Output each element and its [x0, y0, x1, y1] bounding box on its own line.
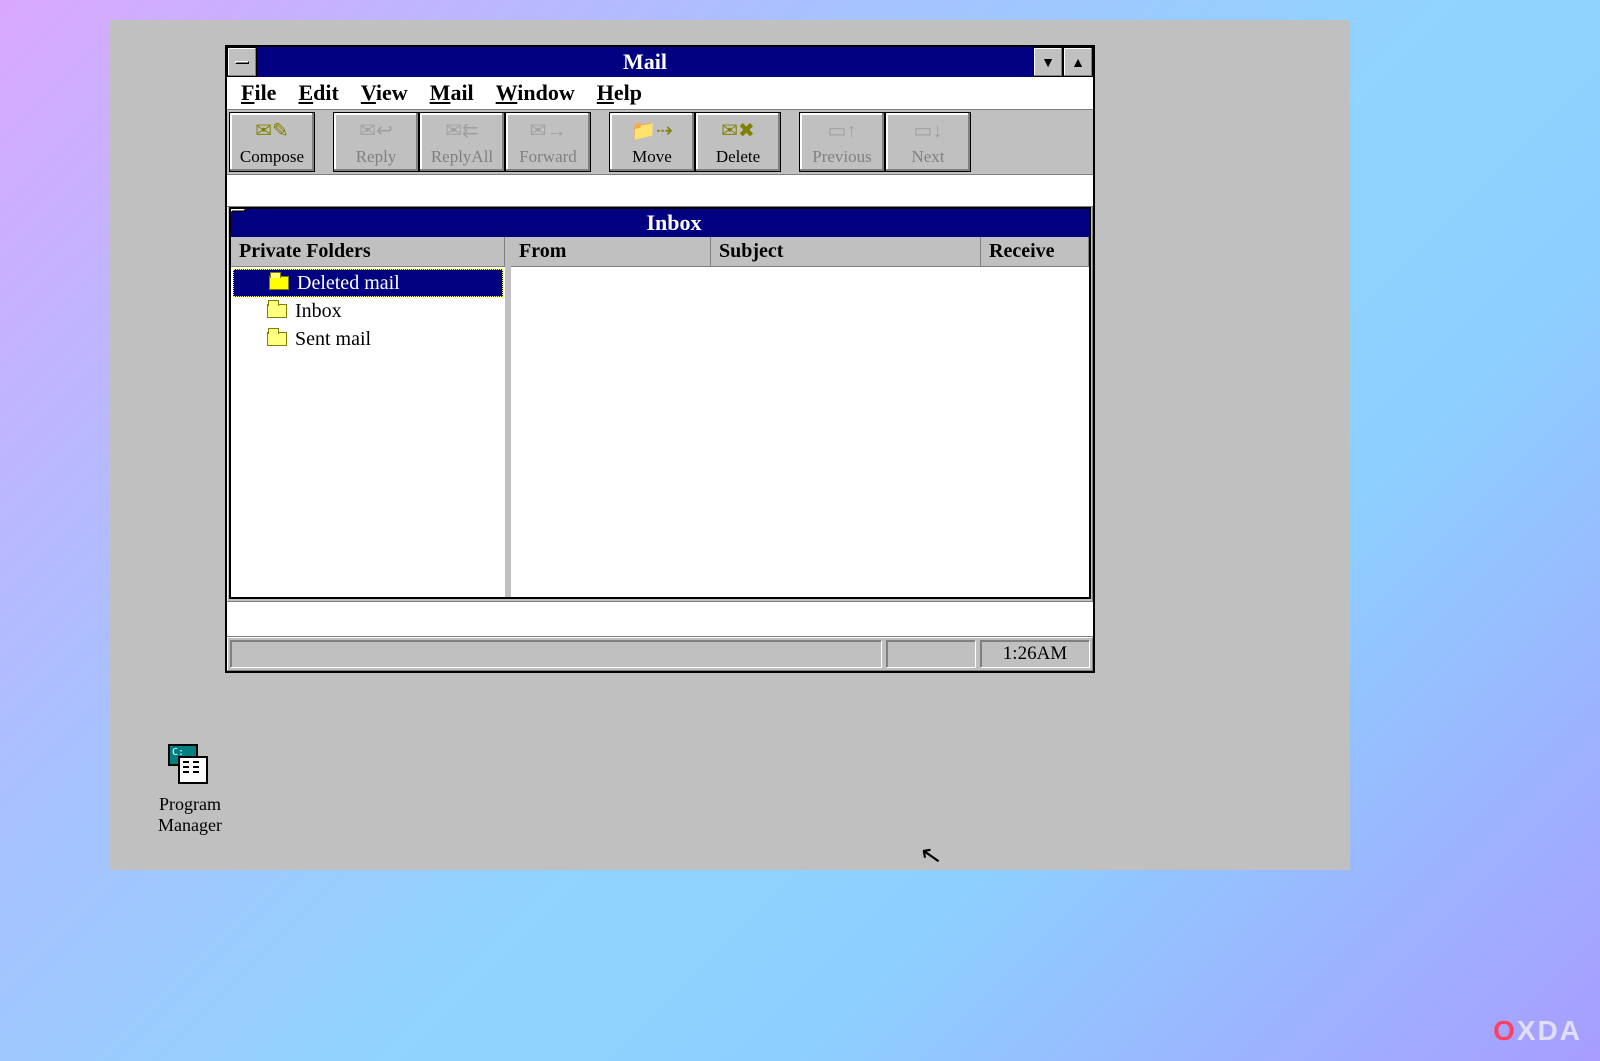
next-label: Next — [911, 147, 944, 167]
desktop-background: Mail ▼ ▲ File Edit View Mail Window Help… — [110, 20, 1350, 870]
folder-label: Inbox — [295, 300, 342, 323]
status-time: 1:26AM — [980, 640, 1090, 668]
previous-label: Previous — [812, 147, 872, 167]
delete-label: Delete — [716, 147, 760, 167]
status-bar: 1:26AM — [227, 637, 1093, 671]
reply-button[interactable]: ✉↩ Reply — [333, 112, 419, 172]
move-icon: 📁⇢ — [631, 113, 673, 147]
titlebar: Mail ▼ ▲ — [227, 47, 1093, 77]
move-button[interactable]: 📁⇢ Move — [609, 112, 695, 172]
maximize-button[interactable]: ▲ — [1063, 47, 1093, 77]
reply-icon: ✉↩ — [359, 113, 393, 147]
previous-icon: ▭↑ — [828, 113, 857, 147]
folder-deleted-mail[interactable]: Deleted mail — [233, 269, 503, 297]
menu-help[interactable]: Help — [597, 80, 642, 106]
reply-label: Reply — [356, 147, 397, 167]
folders-pane: Private Folders Deleted mail Inbox — [231, 237, 511, 597]
menu-window[interactable]: Window — [496, 80, 575, 106]
folders-header: Private Folders — [231, 237, 505, 266]
replyall-icon: ✉⇇ — [445, 113, 479, 147]
forward-label: Forward — [519, 147, 577, 167]
compose-label: Compose — [240, 147, 304, 167]
folder-sent-mail[interactable]: Sent mail — [231, 325, 505, 353]
column-from[interactable]: From — [511, 237, 711, 266]
menu-view[interactable]: View — [361, 80, 408, 106]
inbox-titlebar: Inbox — [231, 209, 1089, 237]
status-main — [230, 640, 882, 668]
replyall-button[interactable]: ✉⇇ ReplyAll — [419, 112, 505, 172]
bottom-spacer — [227, 601, 1093, 637]
compose-icon: ✉✎ — [255, 113, 289, 147]
menu-mail[interactable]: Mail — [430, 80, 474, 106]
program-manager-label: Program Manager — [145, 794, 235, 836]
program-manager-glyph — [168, 744, 212, 788]
menu-edit[interactable]: Edit — [298, 80, 338, 106]
window-title: Mail — [257, 47, 1033, 77]
compose-button[interactable]: ✉✎ Compose — [229, 112, 315, 172]
delete-button[interactable]: ✉✖ Delete — [695, 112, 781, 172]
system-menu-button[interactable] — [227, 47, 257, 77]
folder-label: Sent mail — [295, 328, 371, 351]
minimize-button[interactable]: ▼ — [1033, 47, 1063, 77]
inbox-window: Inbox Private Folders Deleted mail — [229, 207, 1091, 599]
folder-tree: Deleted mail Inbox Sent mail — [231, 267, 505, 597]
folder-icon — [267, 304, 287, 318]
column-subject[interactable]: Subject — [711, 237, 981, 266]
program-manager-icon[interactable]: Program Manager — [145, 744, 235, 836]
forward-button[interactable]: ✉→ Forward — [505, 112, 591, 172]
column-received[interactable]: Receive — [981, 237, 1089, 266]
inbox-title: Inbox — [259, 209, 1089, 237]
status-mid — [886, 640, 976, 668]
menu-file[interactable]: File — [241, 80, 276, 106]
folder-inbox[interactable]: Inbox — [231, 297, 505, 325]
message-list[interactable] — [511, 267, 1089, 597]
forward-icon: ✉→ — [530, 113, 567, 147]
cursor-icon: ↖ — [917, 838, 944, 872]
move-label: Move — [632, 147, 672, 167]
next-icon: ▭↓ — [914, 113, 943, 147]
toolbar-spacer — [227, 175, 1093, 207]
folder-icon — [267, 332, 287, 346]
delete-icon: ✉✖ — [721, 113, 755, 147]
menubar: File Edit View Mail Window Help — [227, 77, 1093, 110]
replyall-label: ReplyAll — [431, 147, 493, 167]
messages-pane: From Subject Receive — [511, 237, 1089, 597]
next-button[interactable]: ▭↓ Next — [885, 112, 971, 172]
folder-icon — [269, 276, 289, 290]
previous-button[interactable]: ▭↑ Previous — [799, 112, 885, 172]
watermark: OXDA — [1493, 1015, 1582, 1047]
toolbar: ✉✎ Compose ✉↩ Reply ✉⇇ ReplyAll ✉→ Forwa… — [227, 110, 1093, 175]
folder-label: Deleted mail — [297, 272, 400, 295]
inbox-system-menu[interactable] — [231, 209, 259, 237]
mail-window: Mail ▼ ▲ File Edit View Mail Window Help… — [225, 45, 1095, 673]
